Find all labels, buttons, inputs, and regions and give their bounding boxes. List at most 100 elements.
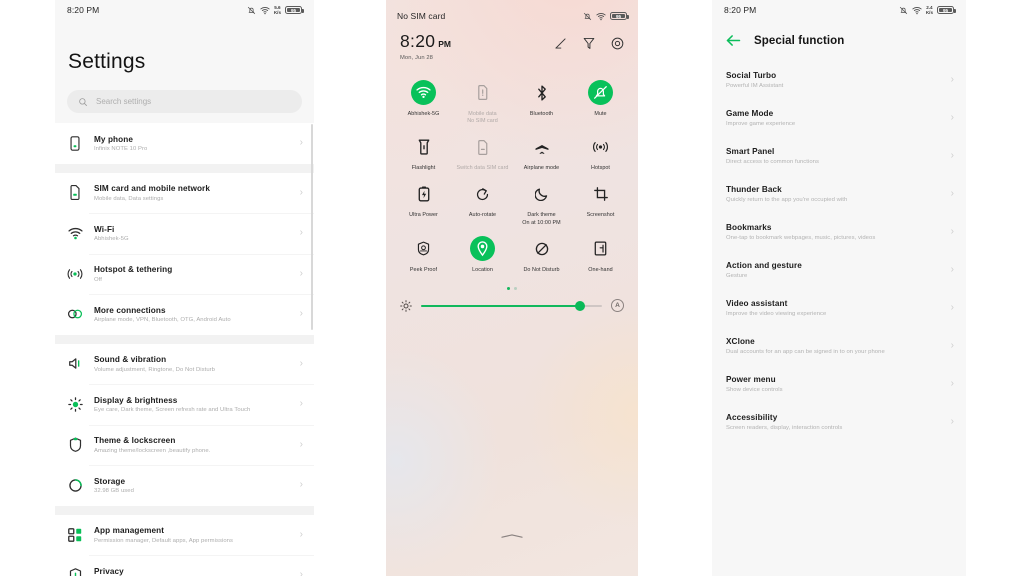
tile-peek-proof[interactable]: Peek Proof bbox=[394, 227, 453, 274]
settings-item-title: Theme & lockscreen bbox=[94, 436, 176, 445]
status-bar: 8:20 PM 5.6 K/s 95 bbox=[55, 0, 314, 20]
chevron-right-icon: › bbox=[950, 264, 954, 275]
tile-bubble bbox=[411, 80, 436, 105]
list-item-subtitle: Improve the video viewing experience bbox=[726, 310, 827, 317]
tile-one-hand[interactable]: One-hand bbox=[571, 227, 630, 274]
settings-item-title: Wi-Fi bbox=[94, 224, 115, 234]
list-item-power-menu[interactable]: Power menu Show device controls › bbox=[712, 365, 966, 403]
edit-pencil-icon[interactable] bbox=[554, 37, 567, 50]
tile-wifi[interactable]: Abhishek-5G bbox=[394, 71, 453, 126]
tile-label: Location bbox=[472, 266, 493, 273]
brightness-slider-knob[interactable] bbox=[575, 300, 586, 311]
status-bar: 8:20 PM 2.4 K/s 95 bbox=[712, 0, 966, 20]
tile-bubble bbox=[411, 135, 436, 160]
chevron-right-icon: › bbox=[299, 227, 303, 239]
tile-bubble bbox=[470, 182, 495, 207]
chevron-right-icon: › bbox=[299, 308, 303, 320]
chevron-right-icon: › bbox=[299, 267, 303, 279]
tile-ultra-power[interactable]: Ultra Power bbox=[394, 173, 453, 228]
drag-handle-icon[interactable] bbox=[500, 534, 524, 538]
airplane-icon bbox=[535, 140, 548, 154]
tile-bluetooth[interactable]: Bluetooth bbox=[512, 71, 571, 126]
mobile-data-icon bbox=[477, 85, 487, 100]
list-item-xclone[interactable]: XClone Dual accounts for an app can be s… bbox=[712, 327, 966, 365]
sidebar-item-my-phone[interactable]: My phone Infinix NOTE 10 Pro › bbox=[55, 123, 314, 164]
list-item-title: Action and gesture bbox=[726, 261, 802, 271]
scrollbar[interactable] bbox=[310, 124, 313, 330]
bell-mute-icon bbox=[247, 6, 255, 14]
tile-label: Peek Proof bbox=[409, 266, 438, 273]
sim-switch-icon bbox=[477, 139, 487, 155]
list-item-action-and-gesture[interactable]: Action and gesture Gesture › bbox=[712, 251, 966, 289]
location-pin-icon bbox=[477, 240, 488, 256]
brightness-slider-row: A bbox=[386, 290, 638, 313]
list-item-title: Game Mode bbox=[726, 109, 774, 119]
back-arrow-icon[interactable] bbox=[726, 34, 741, 47]
list-item-subtitle: Screen readers, display, interaction con… bbox=[726, 424, 843, 431]
sidebar-item-sim-card[interactable]: SIM card and mobile network Mobile data,… bbox=[55, 172, 314, 213]
sidebar-item-privacy[interactable]: Privacy Permissions, account activity, p… bbox=[55, 555, 314, 576]
list-item-text: Video assistant Improve the video viewin… bbox=[726, 299, 826, 317]
list-item-text: XClone Dual accounts for an app can be s… bbox=[726, 337, 885, 355]
settings-screen: 8:20 PM 5.6 K/s 95 Settings Search setti… bbox=[55, 0, 314, 576]
tile-auto-rotate[interactable]: Auto-rotate bbox=[453, 173, 512, 228]
tile-label-sub: No SIM card bbox=[467, 118, 498, 124]
tile-airplane-mode[interactable]: Airplane mode bbox=[512, 126, 571, 173]
tile-dark-theme[interactable]: Dark theme On at 10:00 PM bbox=[512, 173, 571, 228]
list-item-text: Smart Panel Direct access to common func… bbox=[726, 147, 819, 165]
settings-gear-icon[interactable] bbox=[611, 37, 624, 50]
sidebar-item-wifi[interactable]: Wi-Fi Abhishek-5G › bbox=[55, 213, 314, 254]
tile-bubble bbox=[411, 236, 436, 261]
sidebar-item-display-brightness[interactable]: Display & brightness Eye care, Dark them… bbox=[55, 384, 314, 425]
page-title: Settings bbox=[68, 50, 146, 73]
settings-item-text: Display & brightness Eye care, Dark them… bbox=[94, 396, 289, 414]
settings-item-subtitle: Eye care, Dark theme, Screen refresh rat… bbox=[94, 407, 251, 413]
sidebar-item-theme-lockscreen[interactable]: Theme & lockscreen Amazing theme/lockscr… bbox=[55, 424, 314, 465]
list-item-title: Power menu bbox=[726, 375, 776, 385]
tile-flashlight[interactable]: Flashlight bbox=[394, 126, 453, 173]
brightness-icon bbox=[67, 396, 83, 412]
sidebar-item-app-management[interactable]: App management Permission manager, Defau… bbox=[55, 514, 314, 555]
clock: 8:20 PM bbox=[400, 31, 451, 52]
settings-item-subtitle: Mobile data, Data settings bbox=[94, 195, 164, 202]
control-center-actions bbox=[554, 31, 624, 50]
sidebar-item-sound-vibration[interactable]: Sound & vibration Volume adjustment, Rin… bbox=[55, 343, 314, 384]
list-item-title: XClone bbox=[726, 337, 755, 347]
sidebar-item-more-connections[interactable]: More connections Airplane mode, VPN, Blu… bbox=[55, 294, 314, 335]
list-item-title: Thunder Back bbox=[726, 185, 782, 195]
settings-item-title: Sound & vibration bbox=[94, 355, 167, 364]
control-center-header: 8:20 PM Mon, Jun 28 bbox=[386, 20, 638, 61]
list-item-subtitle: Improve game experience bbox=[726, 120, 796, 127]
tile-bubble bbox=[588, 80, 613, 105]
tile-mute[interactable]: Mute bbox=[571, 71, 630, 126]
settings-item-text: Storage 32.98 GB used bbox=[94, 477, 289, 495]
tile-label: One-hand bbox=[588, 266, 613, 273]
list-item-thunder-back[interactable]: Thunder Back Quickly return to the app y… bbox=[712, 175, 966, 213]
settings-item-title: My phone bbox=[94, 134, 134, 144]
search-input[interactable]: Search settings bbox=[67, 90, 302, 113]
tile-do-not-disturb[interactable]: Do Not Disturb bbox=[512, 227, 571, 274]
sidebar-item-hotspot[interactable]: Hotspot & tethering Off › bbox=[55, 253, 314, 294]
settings-item-subtitle: Abhishek-5G bbox=[94, 236, 129, 242]
list-item-accessibility[interactable]: Accessibility Screen readers, display, i… bbox=[712, 403, 966, 441]
do-not-disturb-icon bbox=[535, 242, 548, 255]
brightness-slider[interactable] bbox=[421, 300, 602, 311]
list-item-smart-panel[interactable]: Smart Panel Direct access to common func… bbox=[712, 137, 966, 175]
tile-screenshot[interactable]: Screenshot bbox=[571, 173, 630, 228]
list-item-bookmarks[interactable]: Bookmarks One-tap to bookmark webpages, … bbox=[712, 213, 966, 251]
sidebar-item-storage[interactable]: Storage 32.98 GB used › bbox=[55, 465, 314, 506]
filter-funnel-icon[interactable] bbox=[583, 37, 595, 50]
settings-item-title: App management bbox=[94, 526, 165, 535]
clock-date: Mon, Jun 28 bbox=[400, 55, 434, 61]
tile-location[interactable]: Location bbox=[453, 227, 512, 274]
settings-item-title: Display & brightness bbox=[94, 395, 178, 405]
list-item-game-mode[interactable]: Game Mode Improve game experience › bbox=[712, 99, 966, 137]
tile-switch-data-sim[interactable]: Switch data SIM card bbox=[453, 126, 512, 173]
chevron-right-icon: › bbox=[299, 186, 303, 198]
auto-brightness-button[interactable]: A bbox=[611, 299, 624, 313]
hotspot-icon bbox=[67, 266, 83, 282]
tile-mobile-data[interactable]: Mobile data No SIM card bbox=[453, 71, 512, 126]
list-item-video-assistant[interactable]: Video assistant Improve the video viewin… bbox=[712, 289, 966, 327]
list-item-social-turbo[interactable]: Social Turbo Powerful IM Assistant › bbox=[712, 61, 966, 99]
tile-hotspot[interactable]: Hotspot bbox=[571, 126, 630, 173]
